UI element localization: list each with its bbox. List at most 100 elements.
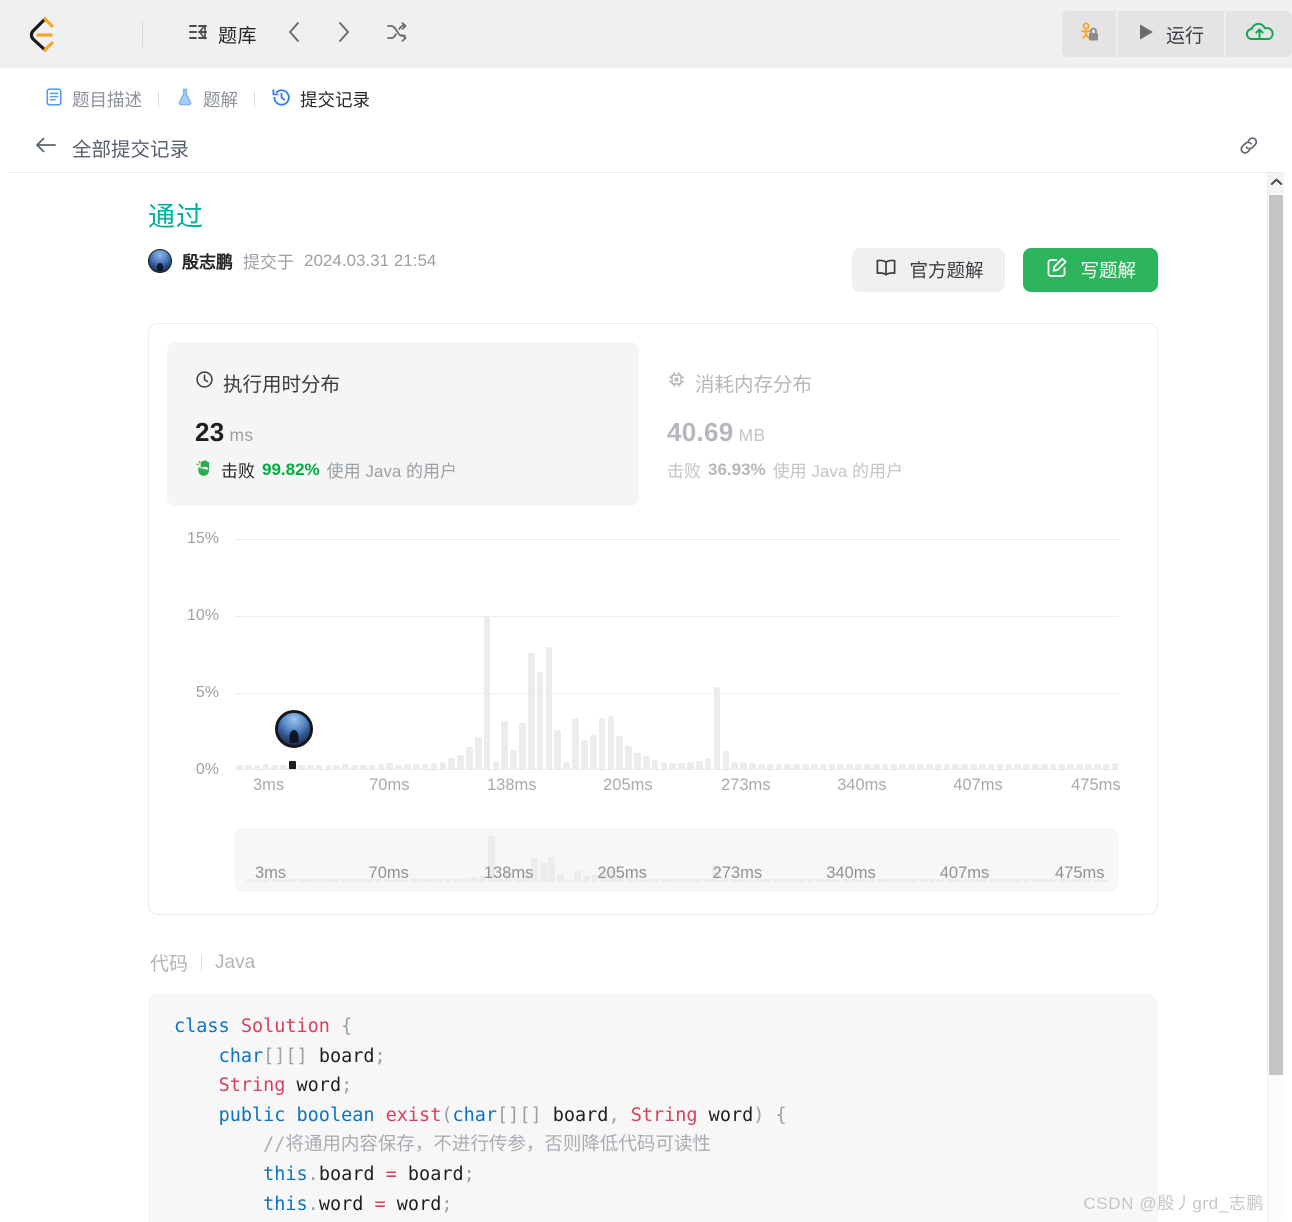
scrollbar-thumb[interactable] (1269, 195, 1283, 1075)
cloud-upload-icon (1244, 19, 1274, 50)
tab-solutions[interactable]: 题解 (165, 85, 248, 114)
chart-range-slider-x-tick: 138ms (483, 864, 534, 882)
chart-bar[interactable] (572, 717, 579, 770)
performance-card: 执行用时分布 23 ms 击败 99.82% 使用 Java 的用户 消耗内存分… (148, 323, 1158, 915)
submission-detail-scroll-area[interactable]: 通过 殷志鹏 提交于 2024.03.31 21:54 官方题解 写题解 执行用… (8, 173, 1284, 1222)
chart-bar[interactable] (474, 736, 482, 770)
chart-bar[interactable] (554, 730, 562, 770)
chevron-left-icon (285, 20, 303, 49)
link-icon[interactable] (1236, 132, 1262, 163)
submission-result-header: 通过 殷志鹏 提交于 2024.03.31 21:54 官方题解 写题解 (148, 195, 1158, 292)
submission-header-actions: 官方题解 写题解 (852, 248, 1158, 292)
tab-separator (254, 92, 255, 107)
chart-bar[interactable] (527, 653, 535, 770)
chart-bar[interactable] (466, 746, 473, 770)
chart-bar[interactable] (598, 717, 606, 770)
write-solution-label: 写题解 (1080, 260, 1136, 281)
prev-problem-button[interactable] (271, 14, 317, 55)
avatar[interactable] (148, 248, 172, 273)
submitter-name[interactable]: 殷志鹏 (182, 248, 233, 273)
runtime-unit: ms (229, 425, 254, 445)
run-label: 运行 (1165, 25, 1204, 47)
chart-bar[interactable] (607, 716, 615, 770)
chart-bar[interactable] (510, 750, 517, 770)
submitter-info: 殷志鹏 提交于 2024.03.31 21:54 (148, 248, 436, 273)
chart-y-tick: 0% (195, 761, 219, 778)
memory-beat-row: 击败 36.93% 使用 Java 的用户 (667, 457, 1083, 482)
chart-gridline (235, 616, 1119, 618)
runtime-value-row: 23 ms (195, 417, 611, 448)
chart-bar[interactable] (519, 723, 526, 770)
memory-stat-title: 消耗内存分布 (695, 374, 813, 396)
chart-bar[interactable] (589, 734, 597, 770)
runtime-stat-title-row: 执行用时分布 (195, 368, 611, 397)
tab-submissions[interactable]: 提交记录 (261, 85, 380, 115)
submission-detail-content: 通过 殷志鹏 提交于 2024.03.31 21:54 官方题解 写题解 执行用… (8, 173, 1270, 1222)
chart-x-tick: 3ms (253, 776, 285, 794)
topbar-nav-group: 题库 (177, 14, 423, 55)
topbar-actions: 运行 (1061, 0, 1292, 68)
official-solution-button[interactable]: 官方题解 (852, 248, 1006, 292)
chart-bar[interactable] (545, 647, 553, 770)
play-icon (1136, 21, 1156, 48)
chart-bar[interactable] (722, 750, 730, 770)
runtime-beat-suffix: 使用 Java 的用户 (326, 462, 458, 481)
memory-beat-prefix: 击败 (667, 462, 701, 481)
code-language: Java (215, 951, 256, 973)
chart-y-tick: 10% (186, 607, 219, 625)
chart-gridline (235, 693, 1119, 695)
breadcrumb: 全部提交记录 (8, 123, 1284, 173)
chart-y-tick: 15% (186, 530, 219, 548)
vertical-scrollbar[interactable] (1267, 173, 1284, 1222)
tab-separator (158, 92, 159, 107)
top-bar: 题库 运行 (0, 0, 1292, 68)
chart-x-axis: 3ms 70ms 138ms 205ms 273ms 340ms 407ms 475ms (235, 776, 1121, 800)
submit-button[interactable] (1226, 11, 1292, 57)
debug-button[interactable] (1061, 11, 1116, 57)
edit-icon (1045, 256, 1069, 284)
random-problem-button[interactable] (371, 14, 423, 55)
chart-range-slider-x-tick: 205ms (597, 864, 647, 882)
chart-range-slider-x-tick: 475ms (1055, 864, 1105, 882)
chart-bar[interactable] (713, 686, 721, 770)
chart-bar[interactable] (616, 736, 624, 770)
problem-list-button[interactable]: 题库 (177, 15, 267, 54)
chart-range-slider[interactable]: 3ms 70ms 138ms 205ms 273ms 340ms 407ms 475ms (235, 828, 1119, 892)
chart-bar[interactable] (634, 753, 641, 770)
scroll-up-button[interactable] (1268, 173, 1284, 193)
runtime-beat-prefix: 击败 (221, 462, 255, 481)
memory-value-row: 40.69 MB (667, 417, 1083, 448)
chart-user-marker-avatar[interactable] (274, 710, 313, 748)
submitted-prefix: 提交于 (243, 253, 294, 272)
chart-bar[interactable] (457, 755, 464, 770)
chart-x-tick: 407ms (953, 776, 1003, 794)
runtime-stat[interactable]: 执行用时分布 23 ms 击败 99.82% 使用 Java 的用户 (167, 342, 639, 506)
chart-bar[interactable] (581, 740, 588, 770)
chart-bar[interactable] (536, 671, 544, 770)
memory-stat[interactable]: 消耗内存分布 40.69 MB 击败 36.93% 使用 Java 的用户 (639, 342, 1111, 506)
chart-range-slider-x-tick: 70ms (368, 864, 409, 882)
code-label: 代码 (150, 954, 189, 975)
code-section-header: 代码 Java (148, 949, 1158, 976)
stats-row: 执行用时分布 23 ms 击败 99.82% 使用 Java 的用户 消耗内存分… (167, 342, 1139, 506)
main-panel: 题目描述 题解 提交记录 全部提交记录 通过 殷志鹏 提交于 2024.03.3… (8, 76, 1284, 1222)
write-solution-button[interactable]: 写题解 (1023, 248, 1158, 292)
back-to-all-submissions[interactable]: 全部提交记录 (34, 133, 189, 162)
chart-x-tick: 70ms (369, 776, 410, 794)
leetcode-logo-icon[interactable] (18, 11, 64, 57)
chart-bar[interactable] (501, 720, 509, 770)
chart-bars (235, 524, 1119, 770)
tab-description-label: 题目描述 (72, 90, 142, 110)
runtime-stat-title: 执行用时分布 (223, 374, 341, 396)
next-problem-button[interactable] (321, 14, 367, 55)
flask-icon (175, 87, 195, 112)
tab-description[interactable]: 题目描述 (34, 85, 152, 114)
chip-icon (667, 370, 686, 395)
code-block[interactable]: class Solution { char[][] board; String … (148, 994, 1158, 1222)
chart-bar[interactable] (625, 746, 632, 770)
run-button[interactable]: 运行 (1117, 11, 1224, 57)
chart-range-slider-x-axis: 3ms 70ms 138ms 205ms 273ms 340ms 407ms 475ms (245, 864, 1109, 886)
chart-plot-area[interactable] (235, 524, 1119, 770)
chart-bar[interactable] (642, 756, 650, 770)
code-header-divider (201, 954, 203, 971)
